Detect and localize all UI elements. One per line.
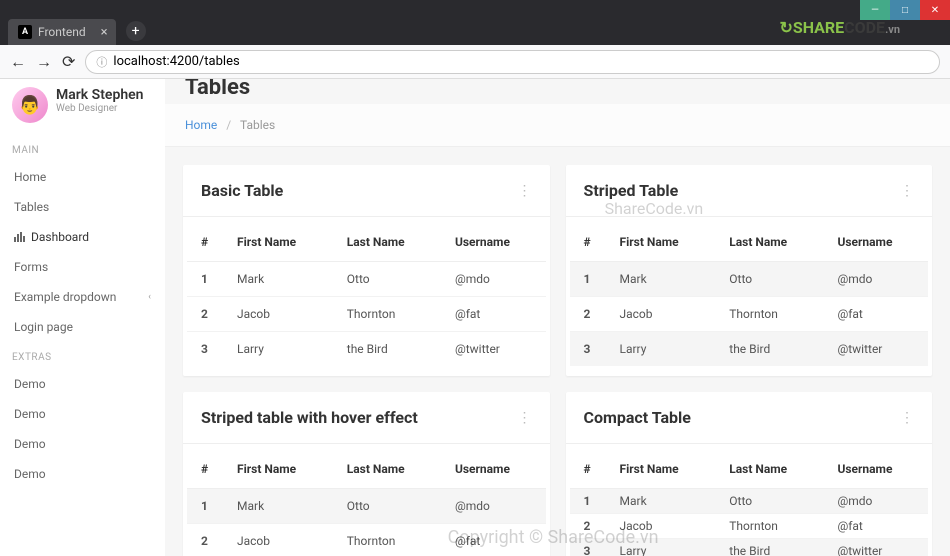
card-title: Compact Table — [584, 408, 691, 427]
nav-dashboard[interactable]: Dashboard — [0, 222, 165, 252]
new-tab-button[interactable]: + — [126, 21, 146, 41]
nav-tables[interactable]: Tables — [0, 192, 165, 222]
nav-example-dropdown[interactable]: Example dropdown ‹ — [0, 282, 165, 312]
close-icon[interactable]: × — [101, 25, 108, 40]
nav-home[interactable]: Home — [0, 162, 165, 192]
nav-demo-2[interactable]: Demo — [0, 399, 165, 429]
hover-table: # First Name Last Name Username 1MarkOtt… — [187, 450, 546, 556]
section-main: MAIN — [0, 135, 165, 162]
user-role: Web Designer — [56, 103, 144, 114]
striped-table: # First Name Last Name Username 1MarkOtt… — [570, 223, 929, 366]
table-row: 3Larrythe Bird@twitter — [570, 539, 929, 556]
card-menu-icon[interactable]: ⋮ — [900, 183, 914, 199]
reload-button[interactable]: ⟳ — [62, 52, 75, 71]
nav-demo-4[interactable]: Demo — [0, 459, 165, 489]
section-extras: EXTRAS — [0, 342, 165, 369]
card-hover-table: Striped table with hover effect ⋮ # Firs… — [183, 392, 550, 556]
card-menu-icon[interactable]: ⋮ — [518, 410, 532, 426]
nav-forms[interactable]: Forms — [0, 252, 165, 282]
tab-favicon: A — [18, 25, 32, 39]
nav-demo-3[interactable]: Demo — [0, 429, 165, 459]
address-bar: ← → ⟳ ⓘ localhost:4200/tables ↻SHARECODE… — [0, 45, 950, 79]
table-row: 2JacobThornton@fat — [570, 514, 929, 539]
user-block: 👨 Mark Stephen Web Designer — [0, 79, 165, 135]
table-row: 1MarkOtto@mdo — [570, 262, 929, 297]
card-basic-table: Basic Table ⋮ # First Name Last Name Use… — [183, 165, 550, 376]
compact-table: # First Name Last Name Username 1MarkOtt… — [570, 450, 929, 556]
tab-title: Frontend — [38, 25, 86, 39]
main-content: Tables Home / Tables Basic Table ⋮ # Fir… — [165, 79, 950, 556]
page-title: Tables — [185, 79, 250, 100]
chart-icon — [14, 232, 25, 242]
table-row: 1MarkOtto@mdo — [570, 489, 929, 514]
url-input[interactable]: ⓘ localhost:4200/tables — [85, 50, 940, 74]
table-row: 1MarkOtto@mdo — [187, 489, 546, 524]
card-title: Basic Table — [201, 181, 283, 200]
nav-login[interactable]: Login page — [0, 312, 165, 342]
sidebar: 👨 Mark Stephen Web Designer MAIN Home Ta… — [0, 79, 165, 556]
url-text: localhost:4200/tables — [113, 54, 239, 69]
breadcrumb: Home / Tables — [165, 104, 950, 147]
browser-tab[interactable]: A Frontend × — [8, 19, 116, 45]
card-title: Striped Table — [584, 181, 679, 200]
table-row: 2JacobThornton@fat — [187, 524, 546, 556]
table-row: 3Larrythe Bird@twitter — [570, 332, 929, 367]
sharecode-logo: ↻SHARECODE.vn — [779, 18, 900, 37]
card-striped-table: Striped Table ⋮ # First Name Last Name U… — [566, 165, 933, 376]
table-row: 2JacobThornton@fat — [187, 297, 546, 332]
chevron-left-icon: ‹ — [148, 292, 151, 302]
window-controls: — □ ✕ — [860, 0, 950, 20]
card-compact-table: Compact Table ⋮ # First Name Last Name U… — [566, 392, 933, 556]
card-title: Striped table with hover effect — [201, 408, 418, 427]
maximize-button[interactable]: □ — [890, 0, 920, 20]
basic-table: # First Name Last Name Username 1MarkOtt… — [187, 223, 546, 366]
card-menu-icon[interactable]: ⋮ — [518, 183, 532, 199]
breadcrumb-sep: / — [226, 118, 231, 132]
back-button[interactable]: ← — [10, 52, 26, 72]
window-close-button[interactable]: ✕ — [920, 0, 950, 20]
minimize-button[interactable]: — — [860, 0, 890, 20]
user-name: Mark Stephen — [56, 87, 144, 103]
table-row: 2JacobThornton@fat — [570, 297, 929, 332]
nav-demo-1[interactable]: Demo — [0, 369, 165, 399]
breadcrumb-current: Tables — [240, 118, 275, 132]
table-row: 1MarkOtto@mdo — [187, 262, 546, 297]
forward-button[interactable]: → — [36, 52, 52, 72]
table-row: 3Larrythe Bird@twitter — [187, 332, 546, 367]
breadcrumb-home[interactable]: Home — [185, 118, 217, 132]
card-menu-icon[interactable]: ⋮ — [900, 410, 914, 426]
avatar: 👨 — [12, 87, 48, 123]
info-icon: ⓘ — [96, 54, 107, 70]
